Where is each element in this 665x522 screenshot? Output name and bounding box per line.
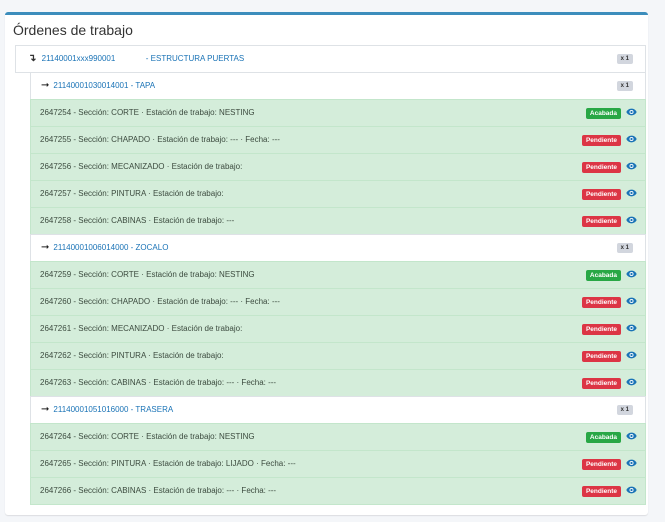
status-badge: Pendiente <box>581 459 621 470</box>
task-row: 2647256 - Sección: MECANIZADO · Estación… <box>30 153 646 181</box>
quantity-badge: x 1 <box>616 243 633 253</box>
status-badge: Pendiente <box>581 189 621 200</box>
arrow-right-icon: ➞ <box>41 404 50 415</box>
eye-icon[interactable] <box>626 297 637 305</box>
eye-icon[interactable] <box>626 486 637 494</box>
sub-order-row[interactable]: ➞ 21140001051016000 - TRASERA x 1 <box>30 396 646 424</box>
status-badge: Pendiente <box>581 486 621 497</box>
task-row: 2647266 - Sección: CABINAS · Estación de… <box>30 477 646 505</box>
task-text: 2647256 - Sección: MECANIZADO · Estación… <box>40 162 243 171</box>
sub-order-row[interactable]: ➞ 21140001030014001 - TAPA x 1 <box>30 72 646 100</box>
task-text: 2647260 - Sección: CHAPADO · Estación de… <box>40 297 280 306</box>
task-text: 2647258 - Sección: CABINAS · Estación de… <box>40 216 235 225</box>
status-badge: Pendiente <box>581 216 621 227</box>
sub-order-label[interactable]: 21140001006014000 - ZOCALO <box>53 243 168 252</box>
parent-order-name[interactable]: - ESTRUCTURA PUERTAS <box>146 54 244 63</box>
status-badge: Pendiente <box>581 378 621 389</box>
card-title: Órdenes de trabajo <box>13 22 133 38</box>
task-text: 2647262 - Sección: PINTURA · Estación de… <box>40 351 224 360</box>
eye-icon[interactable] <box>626 270 637 278</box>
eye-icon[interactable] <box>626 432 637 440</box>
task-row: 2647254 - Sección: CORTE · Estación de t… <box>30 99 646 127</box>
status-badge: Acabada <box>585 432 621 443</box>
task-row: 2647262 - Sección: PINTURA · Estación de… <box>30 342 646 370</box>
status-badge: Acabada <box>585 108 621 119</box>
task-text: 2647263 - Sección: CABINAS · Estación de… <box>40 378 277 387</box>
task-text: 2647266 - Sección: CABINAS · Estación de… <box>40 486 277 495</box>
eye-icon[interactable] <box>626 324 637 332</box>
task-text: 2647257 - Sección: PINTURA · Estación de… <box>40 189 224 198</box>
task-row: 2647259 - Sección: CORTE · Estación de t… <box>30 261 646 289</box>
quantity-badge: x 1 <box>616 81 633 91</box>
task-row: 2647261 - Sección: MECANIZADO · Estación… <box>30 315 646 343</box>
sub-order-label[interactable]: 21140001051016000 - TRASERA <box>53 405 173 414</box>
work-order-tree: ↴ 21140001xxx990001 - ESTRUCTURA PUERTAS… <box>15 45 646 505</box>
eye-icon[interactable] <box>626 378 637 386</box>
task-text: 2647255 - Sección: CHAPADO · Estación de… <box>40 135 280 144</box>
sub-order-row[interactable]: ➞ 21140001006014000 - ZOCALO x 1 <box>30 234 646 262</box>
quantity-badge: x 1 <box>616 405 633 415</box>
status-badge: Pendiente <box>581 351 621 362</box>
status-badge: Pendiente <box>581 162 621 173</box>
status-badge: Pendiente <box>581 297 621 308</box>
task-row: 2647255 - Sección: CHAPADO · Estación de… <box>30 126 646 154</box>
eye-icon[interactable] <box>626 162 637 170</box>
status-badge: Acabada <box>585 270 621 281</box>
eye-icon[interactable] <box>626 459 637 467</box>
task-text: 2647265 - Sección: PINTURA · Estación de… <box>40 459 296 468</box>
task-row: 2647263 - Sección: CABINAS · Estación de… <box>30 369 646 397</box>
eye-icon[interactable] <box>626 108 637 116</box>
task-row: 2647258 - Sección: CABINAS · Estación de… <box>30 207 646 235</box>
sub-order-label[interactable]: 21140001030014001 - TAPA <box>53 81 155 90</box>
tree-arrow-icon: ↴ <box>28 53 37 64</box>
eye-icon[interactable] <box>626 351 637 359</box>
work-orders-card: Órdenes de trabajo ↴ 21140001xxx990001 -… <box>5 12 648 515</box>
quantity-badge: x 1 <box>616 54 633 64</box>
task-text: 2647264 - Sección: CORTE · Estación de t… <box>40 432 255 441</box>
parent-order-code[interactable]: 21140001xxx990001 <box>42 54 116 63</box>
task-row: 2647257 - Sección: PINTURA · Estación de… <box>30 180 646 208</box>
parent-order-row[interactable]: ↴ 21140001xxx990001 - ESTRUCTURA PUERTAS… <box>15 45 646 73</box>
eye-icon[interactable] <box>626 135 637 143</box>
task-text: 2647261 - Sección: MECANIZADO · Estación… <box>40 324 243 333</box>
status-badge: Pendiente <box>581 135 621 146</box>
task-row: 2647265 - Sección: PINTURA · Estación de… <box>30 450 646 478</box>
status-badge: Pendiente <box>581 324 621 335</box>
task-row: 2647264 - Sección: CORTE · Estación de t… <box>30 423 646 451</box>
task-text: 2647254 - Sección: CORTE · Estación de t… <box>40 108 255 117</box>
eye-icon[interactable] <box>626 216 637 224</box>
task-row: 2647260 - Sección: CHAPADO · Estación de… <box>30 288 646 316</box>
arrow-right-icon: ➞ <box>41 80 50 91</box>
arrow-right-icon: ➞ <box>41 242 50 253</box>
task-text: 2647259 - Sección: CORTE · Estación de t… <box>40 270 255 279</box>
eye-icon[interactable] <box>626 189 637 197</box>
